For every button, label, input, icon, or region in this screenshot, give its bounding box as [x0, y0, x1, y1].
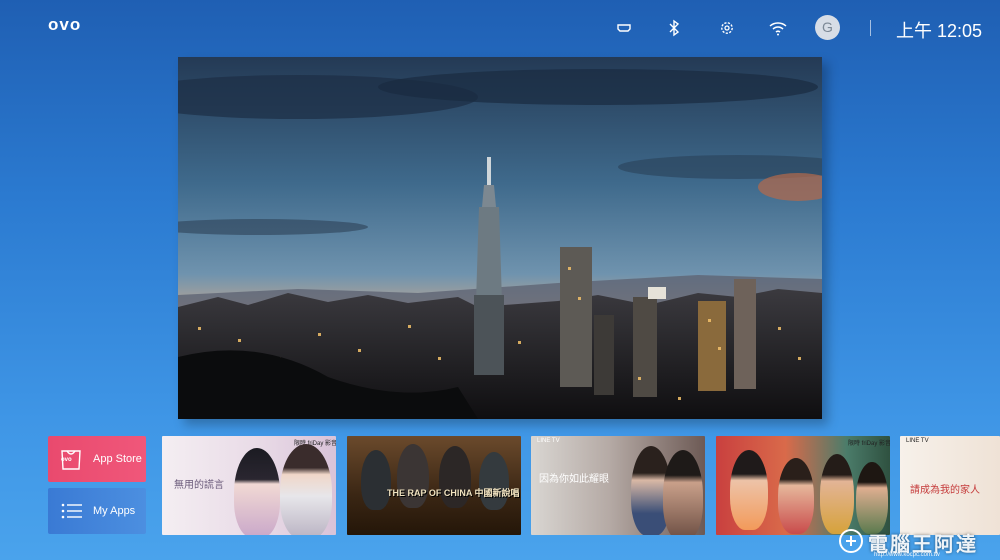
site-watermark: 電腦王阿達 http://www.kocpc.com.tw [834, 524, 1000, 560]
content-card-3[interactable]: LINE TV 因為你如此耀眼 [531, 436, 705, 535]
list-icon [58, 497, 84, 525]
taipei-skyline-image [178, 57, 822, 419]
watermark-url: http://www.kocpc.com.tw [874, 552, 940, 558]
content-card-1[interactable]: 限時 friDay 影音 無用的謊言 [162, 436, 336, 535]
user-avatar[interactable]: G [815, 15, 840, 40]
card-person [361, 450, 391, 510]
card-badge: 限時 friDay 影音 [848, 441, 890, 447]
hdmi-icon[interactable] [612, 16, 636, 40]
hero-banner[interactable] [178, 57, 822, 419]
clock: 上午 12:05 [896, 21, 983, 41]
content-card-2[interactable]: THE RAP OF CHINA 中國新說唱 [347, 436, 521, 535]
card-person [479, 452, 509, 510]
card-person [820, 454, 854, 534]
card-person [778, 458, 814, 534]
ovo-logo: ovo [48, 15, 82, 34]
content-card-4[interactable]: 限時 friDay 影音 [716, 436, 890, 535]
card-badge: LINE TV [537, 438, 560, 444]
card-title: THE RAP OF CHINA 中國新說唱 [387, 488, 520, 498]
my-apps-button[interactable]: My Apps [48, 488, 146, 534]
card-title: 因為你如此耀眼 [539, 474, 609, 485]
card-person [280, 444, 332, 535]
card-person [663, 450, 703, 535]
divider [870, 20, 871, 36]
app-store-button[interactable]: ovo App Store [48, 436, 146, 482]
watermark-logo-icon [839, 529, 863, 553]
content-card-5[interactable]: LINE TV 請成為我的家人 [900, 436, 1000, 535]
card-title: 請成為我的家人 [910, 485, 980, 496]
card-title: 無用的謊言 [174, 480, 224, 491]
wifi-icon[interactable] [766, 16, 790, 40]
card-badge: LINE TV [906, 438, 929, 444]
card-person [234, 448, 280, 535]
card-person [730, 450, 768, 530]
app-store-label: App Store [93, 453, 142, 465]
status-bar: ovo G 上午 12:05 [0, 0, 1000, 56]
my-apps-label: My Apps [93, 505, 136, 517]
bluetooth-icon[interactable] [662, 16, 686, 40]
app-store-logo: ovo [61, 457, 72, 463]
settings-icon[interactable] [715, 16, 739, 40]
